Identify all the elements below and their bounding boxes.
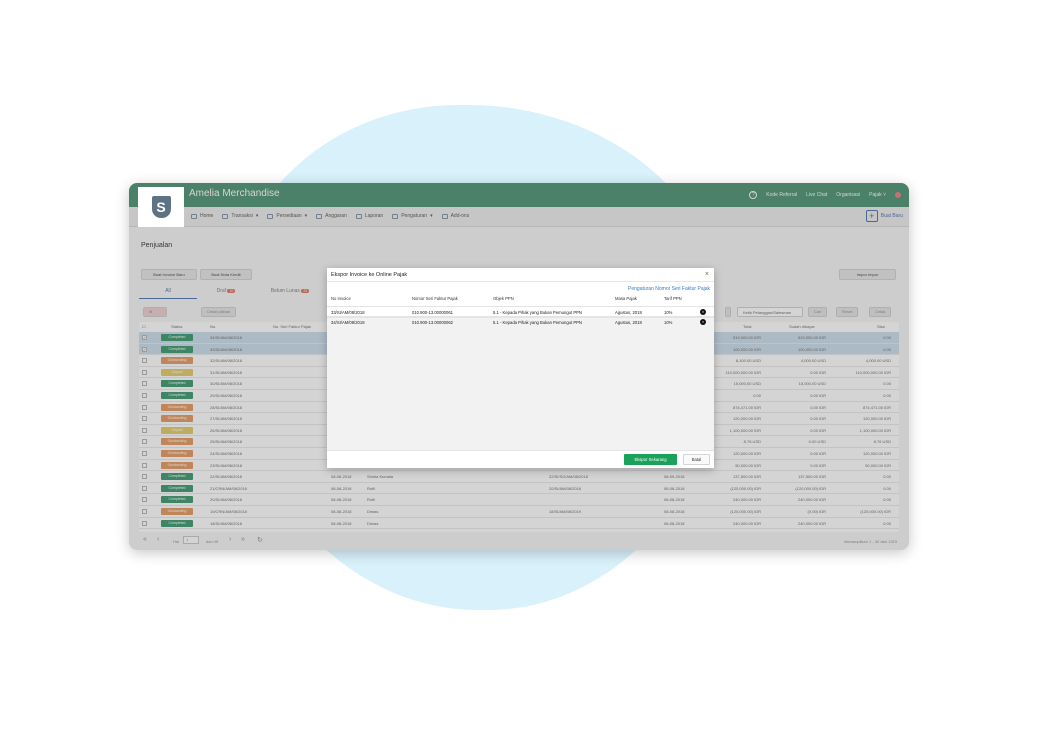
column-header-objek: Objek PPN (493, 296, 514, 301)
app-window: Amelia Merchandise ? Kode Referral Live … (129, 183, 909, 550)
remove-row-icon[interactable]: × (700, 319, 706, 325)
remove-row-icon[interactable]: × (700, 309, 706, 315)
modal-header: Ekspor Invoice ke Online Pajak × (327, 268, 714, 282)
column-header-no-invoice: No Invoice (331, 296, 351, 301)
close-icon[interactable]: × (705, 271, 709, 278)
cancel-button[interactable]: Batal (683, 454, 710, 465)
export-cell-nomor_seri: 010.900-13.00000061 (412, 310, 453, 315)
export-cell-objek: 5.1 - Kepada Pihak yang Bukan Pemungut P… (493, 320, 582, 325)
export-row: 33/SI/AM/08/2018 010.900-13.00000061 5.1 -… (327, 306, 714, 316)
column-header-tarif: Tarif PPN (664, 296, 682, 301)
export-cell-no_invoice: 33/SI/AM/08/2018 (331, 310, 365, 315)
export-cell-tarif: 10% (664, 310, 673, 315)
export-cell-tarif: 10% (664, 320, 673, 325)
modal-body-empty-area (327, 317, 714, 450)
modal-title: Ekspor Invoice ke Online Pajak (331, 272, 408, 278)
export-cell-no_invoice: 34/SI/AM/08/2018 (331, 320, 365, 325)
export-now-button[interactable]: Ekspor Sekarang (624, 454, 677, 465)
export-cell-masa: Agustus, 2018 (615, 310, 642, 315)
logo[interactable]: S (138, 187, 184, 227)
tax-serial-settings-link[interactable]: Pengaturan Nomor Seri Faktur Pajak (628, 286, 710, 292)
export-modal: Ekspor Invoice ke Online Pajak × Pengatu… (327, 268, 714, 468)
shield-logo-icon: S (151, 196, 171, 218)
export-cell-nomor_seri: 010.900-13.00000062 (412, 320, 453, 325)
column-header-masa: Masa Pajak (615, 296, 637, 301)
export-row: 34/SI/AM/08/2018 010.900-13.00000062 5.1 -… (327, 316, 714, 326)
export-cell-objek: 5.1 - Kepada Pihak yang Bukan Pemungut P… (493, 310, 582, 315)
stage: Amelia Merchandise ? Kode Referral Live … (0, 0, 1038, 730)
export-cell-masa: Agustus, 2018 (615, 320, 642, 325)
modal-footer: Ekspor Sekarang Batal (327, 450, 714, 468)
column-header-nomor-seri: Nomor Seri Faktur Pajak (412, 296, 458, 301)
